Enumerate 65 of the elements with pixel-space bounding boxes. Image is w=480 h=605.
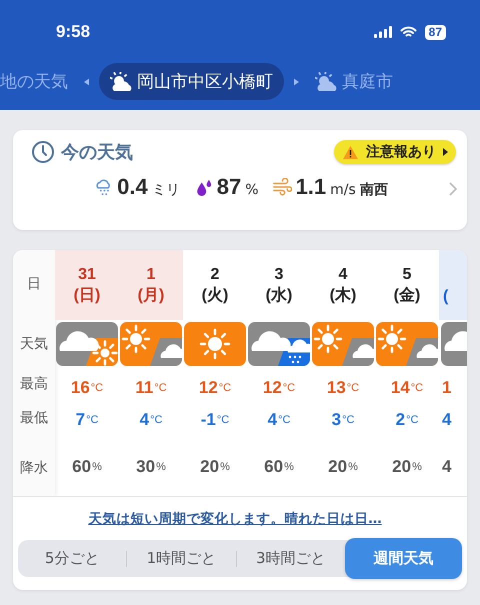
precip-chance: 60% <box>264 456 294 478</box>
date-header: 31 (日) <box>55 250 119 320</box>
reading-unit: m/s <box>330 182 356 198</box>
precip-chance: 60% <box>72 456 102 478</box>
high-temp: 12°C <box>262 377 296 399</box>
view-tab[interactable]: 3時間ごと <box>236 540 345 577</box>
sun-then-cloud-icon <box>120 322 182 366</box>
clock-icon <box>31 140 55 164</box>
view-tab[interactable]: 1時間ごと <box>127 540 236 577</box>
date-header: 3 (水) <box>264 265 294 306</box>
left-arrow-icon[interactable] <box>84 78 89 86</box>
sun-then-cloud-icon <box>312 322 374 366</box>
high-temp: 1 <box>441 377 452 399</box>
precip-chance: 4 <box>441 456 452 478</box>
sun-then-cloud-icon <box>376 322 438 366</box>
wind-direction: 南西 <box>360 181 388 199</box>
precip-chance: 30% <box>136 456 166 478</box>
date-header: 5 (金) <box>392 265 422 306</box>
cloud-then-rain-icon <box>248 322 310 366</box>
precip-chance: 20% <box>200 456 230 478</box>
sun-icon <box>184 322 246 366</box>
location-tab[interactable]: 岡山市中区小橋町 <box>99 63 284 100</box>
low-temp: -1°C <box>200 409 230 431</box>
high-temp: 11°C <box>135 377 167 399</box>
right-arrow-icon[interactable] <box>294 78 299 86</box>
date-header: ( <box>439 250 467 320</box>
location-tab[interactable]: 真庭市 <box>309 64 399 99</box>
precip-chance: 20% <box>328 456 358 478</box>
forecast-note-link[interactable]: 天気は短い周期で変化します。晴れた日は日… <box>88 510 382 528</box>
low-temp: 4 <box>441 409 452 431</box>
low-temp: 4°C <box>268 409 290 431</box>
reading-value: 1.1 <box>296 174 326 200</box>
low-temp: 4°C <box>140 409 162 431</box>
row-label: 天気 <box>20 335 48 353</box>
date-header: 2 (火) <box>200 265 230 306</box>
view-tab[interactable]: 5分ごと <box>18 540 126 577</box>
status-time: 9:58 <box>56 22 90 42</box>
date-header: 4 (木) <box>328 265 358 306</box>
row-label: 降水 <box>20 459 48 477</box>
chevron-right-icon <box>449 182 457 196</box>
signal-icon <box>374 26 392 38</box>
high-temp: 14°C <box>390 377 424 399</box>
battery-level: 87 <box>424 24 446 40</box>
current-weather-card[interactable]: 今の天気 注意報あり 0.4 ミリ 87 % 1.1 m/s 南西 <box>13 130 467 230</box>
wifi-icon <box>400 26 417 38</box>
high-temp: 12°C <box>198 377 232 399</box>
low-temp: 3°C <box>332 409 354 431</box>
low-temp: 7°C <box>76 409 98 431</box>
reading-value: 0.4 <box>117 174 148 200</box>
wind-icon <box>272 178 292 196</box>
reading-unit: % <box>245 182 259 198</box>
reading-unit: ミリ <box>152 181 180 199</box>
high-temp: 16°C <box>70 377 104 399</box>
precip-chance: 20% <box>392 456 422 478</box>
row-label: 最高 <box>20 375 48 393</box>
location-tab[interactable]: 地の天気 <box>0 64 74 99</box>
alert-badge[interactable]: 注意報あり <box>334 140 456 164</box>
low-temp: 2°C <box>396 409 418 431</box>
view-tab[interactable]: 週間天気 <box>344 538 462 579</box>
reading-value: 87 <box>216 174 242 200</box>
current-weather-title: 今の天気 <box>61 141 133 164</box>
date-header: 1 (月) <box>119 250 183 320</box>
high-temp: 13°C <box>326 377 360 399</box>
row-label: 日 <box>27 275 41 293</box>
row-label: 最低 <box>20 409 48 427</box>
